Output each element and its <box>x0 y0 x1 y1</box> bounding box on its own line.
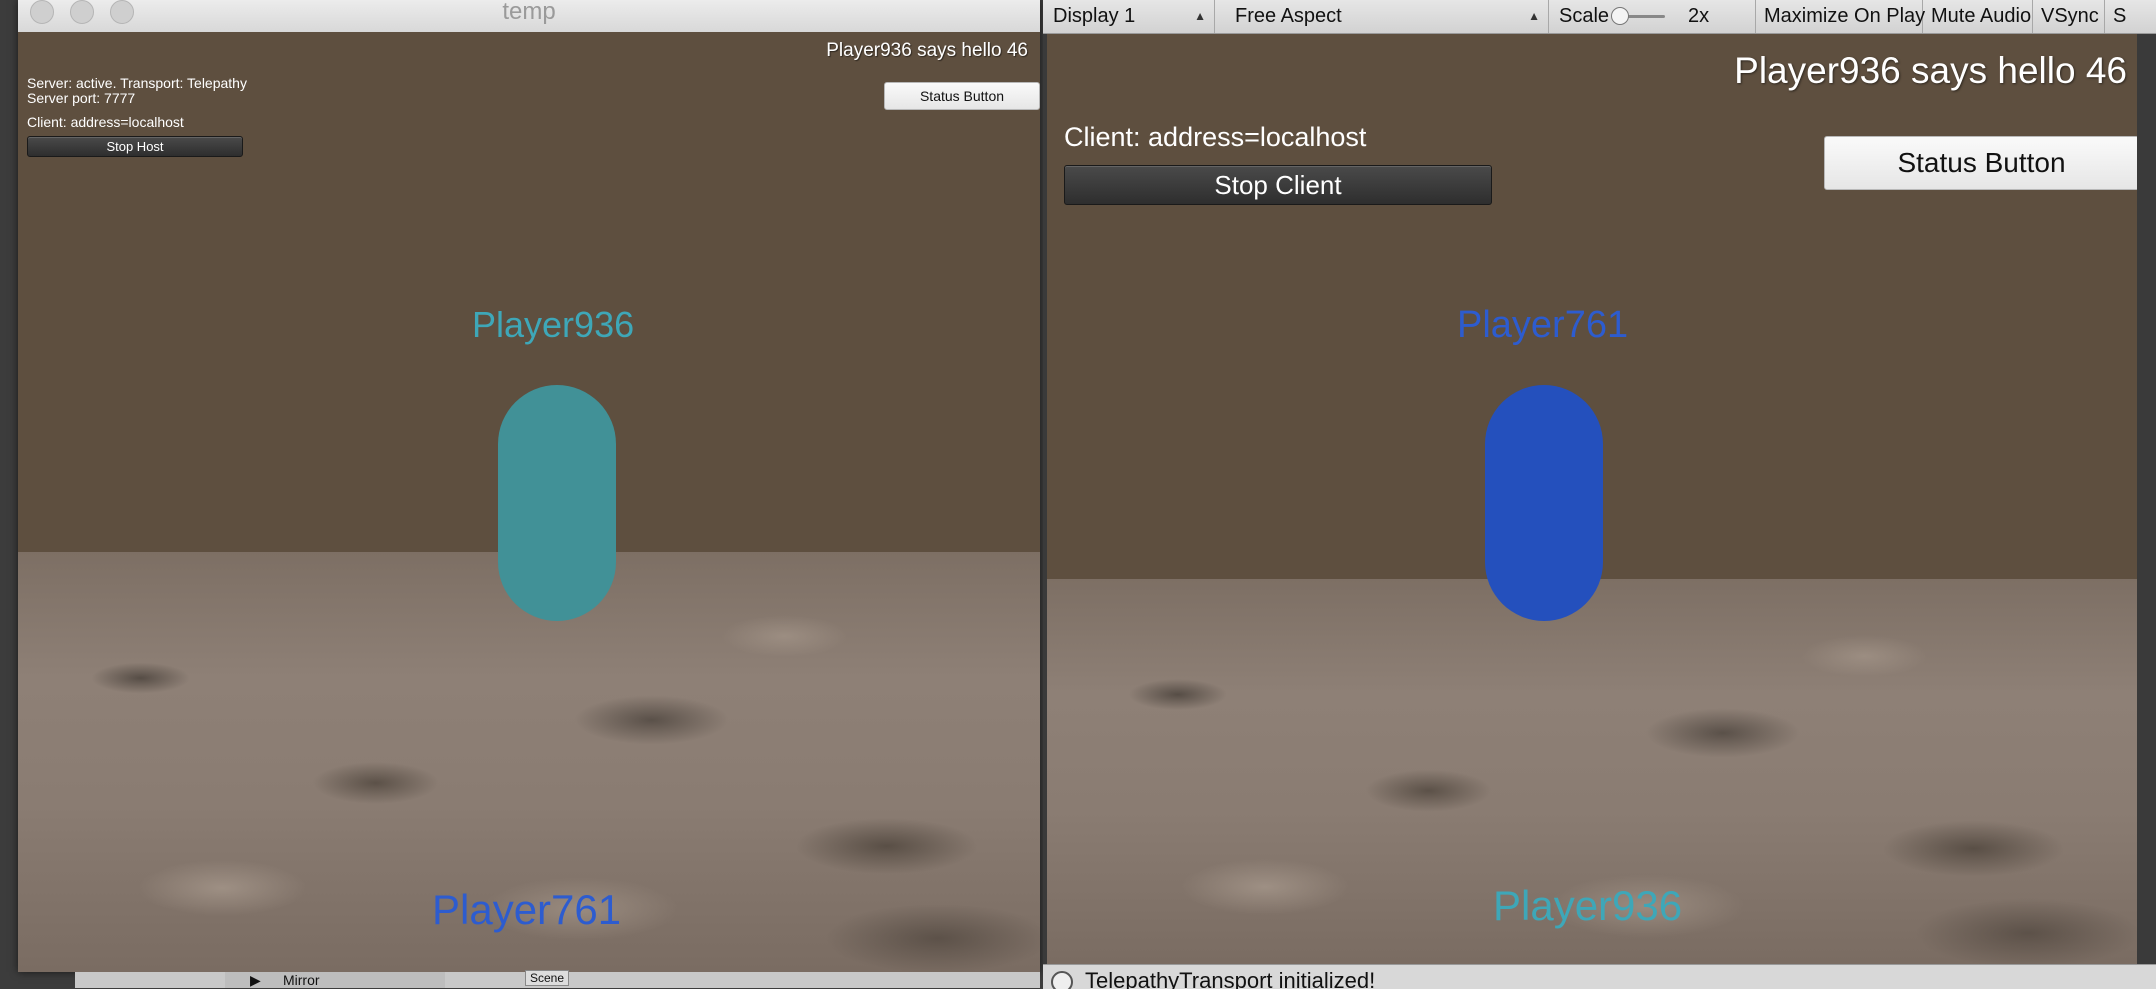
player-name-label: Player936 <box>472 304 635 345</box>
status-button[interactable]: Status Button <box>1824 136 2137 190</box>
display-label: Display 1 <box>1053 5 1136 27</box>
editor-game-view: Display 1 ▲ Free Aspect ▲ Scale 2x Maxim… <box>1043 0 2156 989</box>
console-message: TelepathyTransport initialized! <box>1085 968 1376 989</box>
player-capsule[interactable] <box>498 385 616 621</box>
standalone-player-window: temp Server: active. Transport: Telepath… <box>18 0 1040 972</box>
aspect-dropdown[interactable]: Free Aspect ▲ <box>1227 0 1549 33</box>
scale-label: Scale <box>1559 5 1610 27</box>
stats-toggle[interactable]: S <box>2105 0 2156 33</box>
chat-message: Player936 says hello 46 <box>1734 50 2127 91</box>
scene-dropdown[interactable]: Scene <box>525 970 570 986</box>
hierarchy-item[interactable]: Mirror <box>283 972 320 988</box>
client-address-text: Client: address=localhost <box>27 114 184 130</box>
game-view-toolbar: Display 1 ▲ Free Aspect ▲ Scale 2x Maxim… <box>1043 0 2156 34</box>
maximize-on-play-toggle[interactable]: Maximize On Play <box>1756 0 1925 33</box>
player-name-label: Player761 <box>1457 304 1629 346</box>
scale-control[interactable]: Scale 2x <box>1551 0 1756 33</box>
game-viewport-host[interactable]: Server: active. Transport: Telepathy Ser… <box>18 32 1040 972</box>
vsync-toggle[interactable]: VSync <box>2033 0 2105 33</box>
window-title: temp <box>502 0 556 25</box>
game-viewport-client[interactable]: Player936 says hello 46 Client: address=… <box>1047 34 2137 964</box>
stop-client-button[interactable]: Stop Client <box>1064 165 1492 205</box>
console-status-bar[interactable]: TelepathyTransport initialized! <box>1043 964 2156 989</box>
remote-player-name-label: Player761 <box>432 886 622 933</box>
expand-triangle-icon[interactable]: ▶ <box>250 972 261 989</box>
player-capsule[interactable] <box>1485 385 1603 621</box>
editor-hierarchy-strip: ▶ Mirror Scene <box>75 970 1040 989</box>
scale-slider-thumb[interactable] <box>1611 7 1629 25</box>
remote-player-name-label: Player936 <box>1493 882 1683 929</box>
status-button[interactable]: Status Button <box>884 82 1040 110</box>
updown-arrow-icon: ▲ <box>1194 9 1206 23</box>
updown-arrow-icon: ▲ <box>1528 9 1540 23</box>
scale-value: 2x <box>1688 5 1710 27</box>
mute-audio-toggle[interactable]: Mute Audio <box>1923 0 2033 33</box>
display-dropdown[interactable]: Display 1 ▲ <box>1045 0 1215 33</box>
window-titlebar: temp <box>18 0 1040 33</box>
server-status-text: Server: active. Transport: Telepathy <box>27 75 247 91</box>
stop-host-button[interactable]: Stop Host <box>27 136 243 157</box>
aspect-label: Free Aspect <box>1235 5 1342 27</box>
server-port-text: Server port: 7777 <box>27 90 136 106</box>
info-icon <box>1051 971 1073 989</box>
chat-message: Player936 says hello 46 <box>826 40 1028 61</box>
client-address-text: Client: address=localhost <box>1064 122 1367 152</box>
